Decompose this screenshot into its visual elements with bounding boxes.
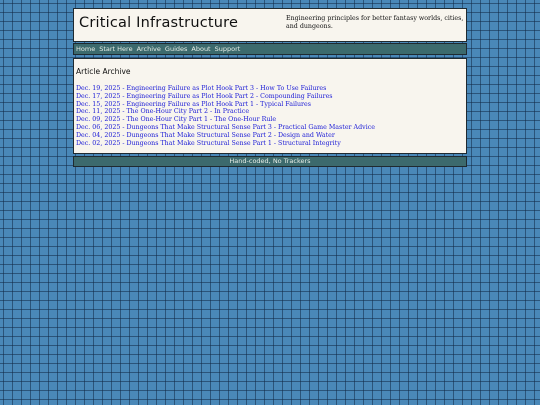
nav-about[interactable]: About xyxy=(191,45,210,53)
nav-archive[interactable]: Archive xyxy=(137,45,161,53)
article-list-item: Dec. 02, 2025 - Dungeons That Make Struc… xyxy=(76,140,375,148)
article-link[interactable]: Dec. 15, 2025 - Engineering Failure as P… xyxy=(76,101,311,108)
article-list-item: Dec. 15, 2025 - Engineering Failure as P… xyxy=(76,101,375,109)
archive-heading: Article Archive xyxy=(76,67,131,76)
article-link[interactable]: Dec. 06, 2025 - Dungeons That Make Struc… xyxy=(76,124,375,131)
article-link[interactable]: Dec. 17, 2025 - Engineering Failure as P… xyxy=(76,93,333,100)
article-list-item: Dec. 09, 2025 - The One-Hour City Part 1… xyxy=(76,116,375,124)
article-link[interactable]: Dec. 19, 2025 - Engineering Failure as P… xyxy=(76,85,326,92)
article-link[interactable]: Dec. 04, 2025 - Dungeons That Make Struc… xyxy=(76,132,335,139)
nav-guides[interactable]: Guides xyxy=(165,45,187,53)
article-link[interactable]: Dec. 11, 2025 - The One-Hour City Part 2… xyxy=(76,108,249,115)
article-list-item: Dec. 06, 2025 - Dungeons That Make Struc… xyxy=(76,124,375,132)
article-link[interactable]: Dec. 09, 2025 - The One-Hour City Part 1… xyxy=(76,116,276,123)
article-list: Dec. 19, 2025 - Engineering Failure as P… xyxy=(76,85,375,147)
site-header: Critical Infrastructure Engineering prin… xyxy=(73,8,467,42)
nav-support[interactable]: Support xyxy=(215,45,241,53)
article-list-item: Dec. 04, 2025 - Dungeons That Make Struc… xyxy=(76,132,375,140)
article-link[interactable]: Dec. 02, 2025 - Dungeons That Make Struc… xyxy=(76,140,341,147)
nav-start-here[interactable]: Start Here xyxy=(99,45,132,53)
archive-panel: Article Archive Dec. 19, 2025 - Engineer… xyxy=(73,58,467,154)
site-footer: Hand-coded, No Trackers xyxy=(73,156,467,167)
nav-home[interactable]: Home xyxy=(76,45,95,53)
main-nav: Home Start Here Archive Guides About Sup… xyxy=(73,43,467,55)
article-list-item: Dec. 11, 2025 - The One-Hour City Part 2… xyxy=(76,108,375,116)
page-container: Critical Infrastructure Engineering prin… xyxy=(73,8,467,167)
article-list-item: Dec. 17, 2025 - Engineering Failure as P… xyxy=(76,93,375,101)
site-tagline: Engineering principles for better fantas… xyxy=(286,15,464,30)
article-list-item: Dec. 19, 2025 - Engineering Failure as P… xyxy=(76,85,375,93)
site-title[interactable]: Critical Infrastructure xyxy=(79,15,238,31)
